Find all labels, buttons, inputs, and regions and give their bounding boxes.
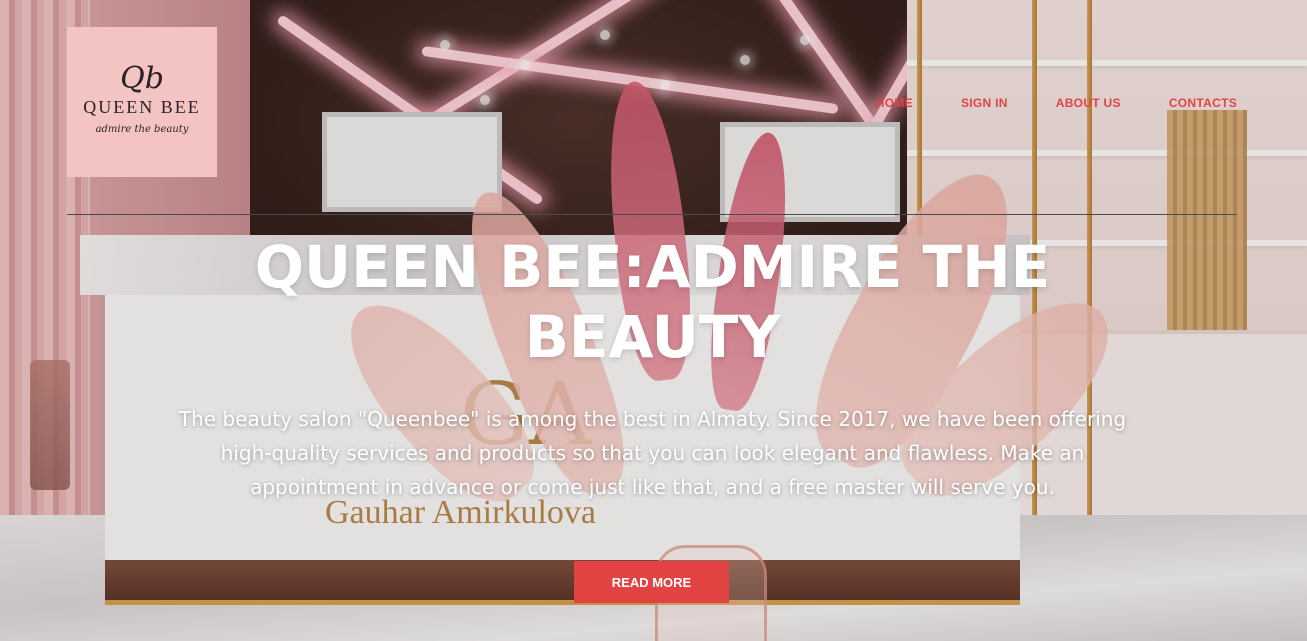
hero-description: The beauty salon "Queenbee" is among the… — [178, 407, 1127, 499]
nav-about-us[interactable]: ABOUT US — [1056, 96, 1121, 110]
header-divider — [67, 214, 1237, 215]
nav-sign-in[interactable]: SIGN IN — [961, 96, 1008, 110]
nav-contacts[interactable]: CONTACTS — [1169, 96, 1237, 110]
read-more-button[interactable]: READ MORE — [574, 561, 729, 603]
logo[interactable]: Qb QUEEN BEE admire the beauty — [67, 27, 217, 177]
logo-tagline: admire the beauty — [95, 124, 189, 135]
logo-name: QUEEN BEE — [83, 97, 201, 117]
nav-home[interactable]: HOME — [876, 96, 913, 110]
logo-monogram: Qb — [120, 61, 164, 96]
hero-title: QUEEN BEE:ADMIRE THE BEAUTY — [254, 233, 1051, 371]
main-nav: HOME SIGN IN ABOUT US CONTACTS — [876, 96, 1237, 110]
